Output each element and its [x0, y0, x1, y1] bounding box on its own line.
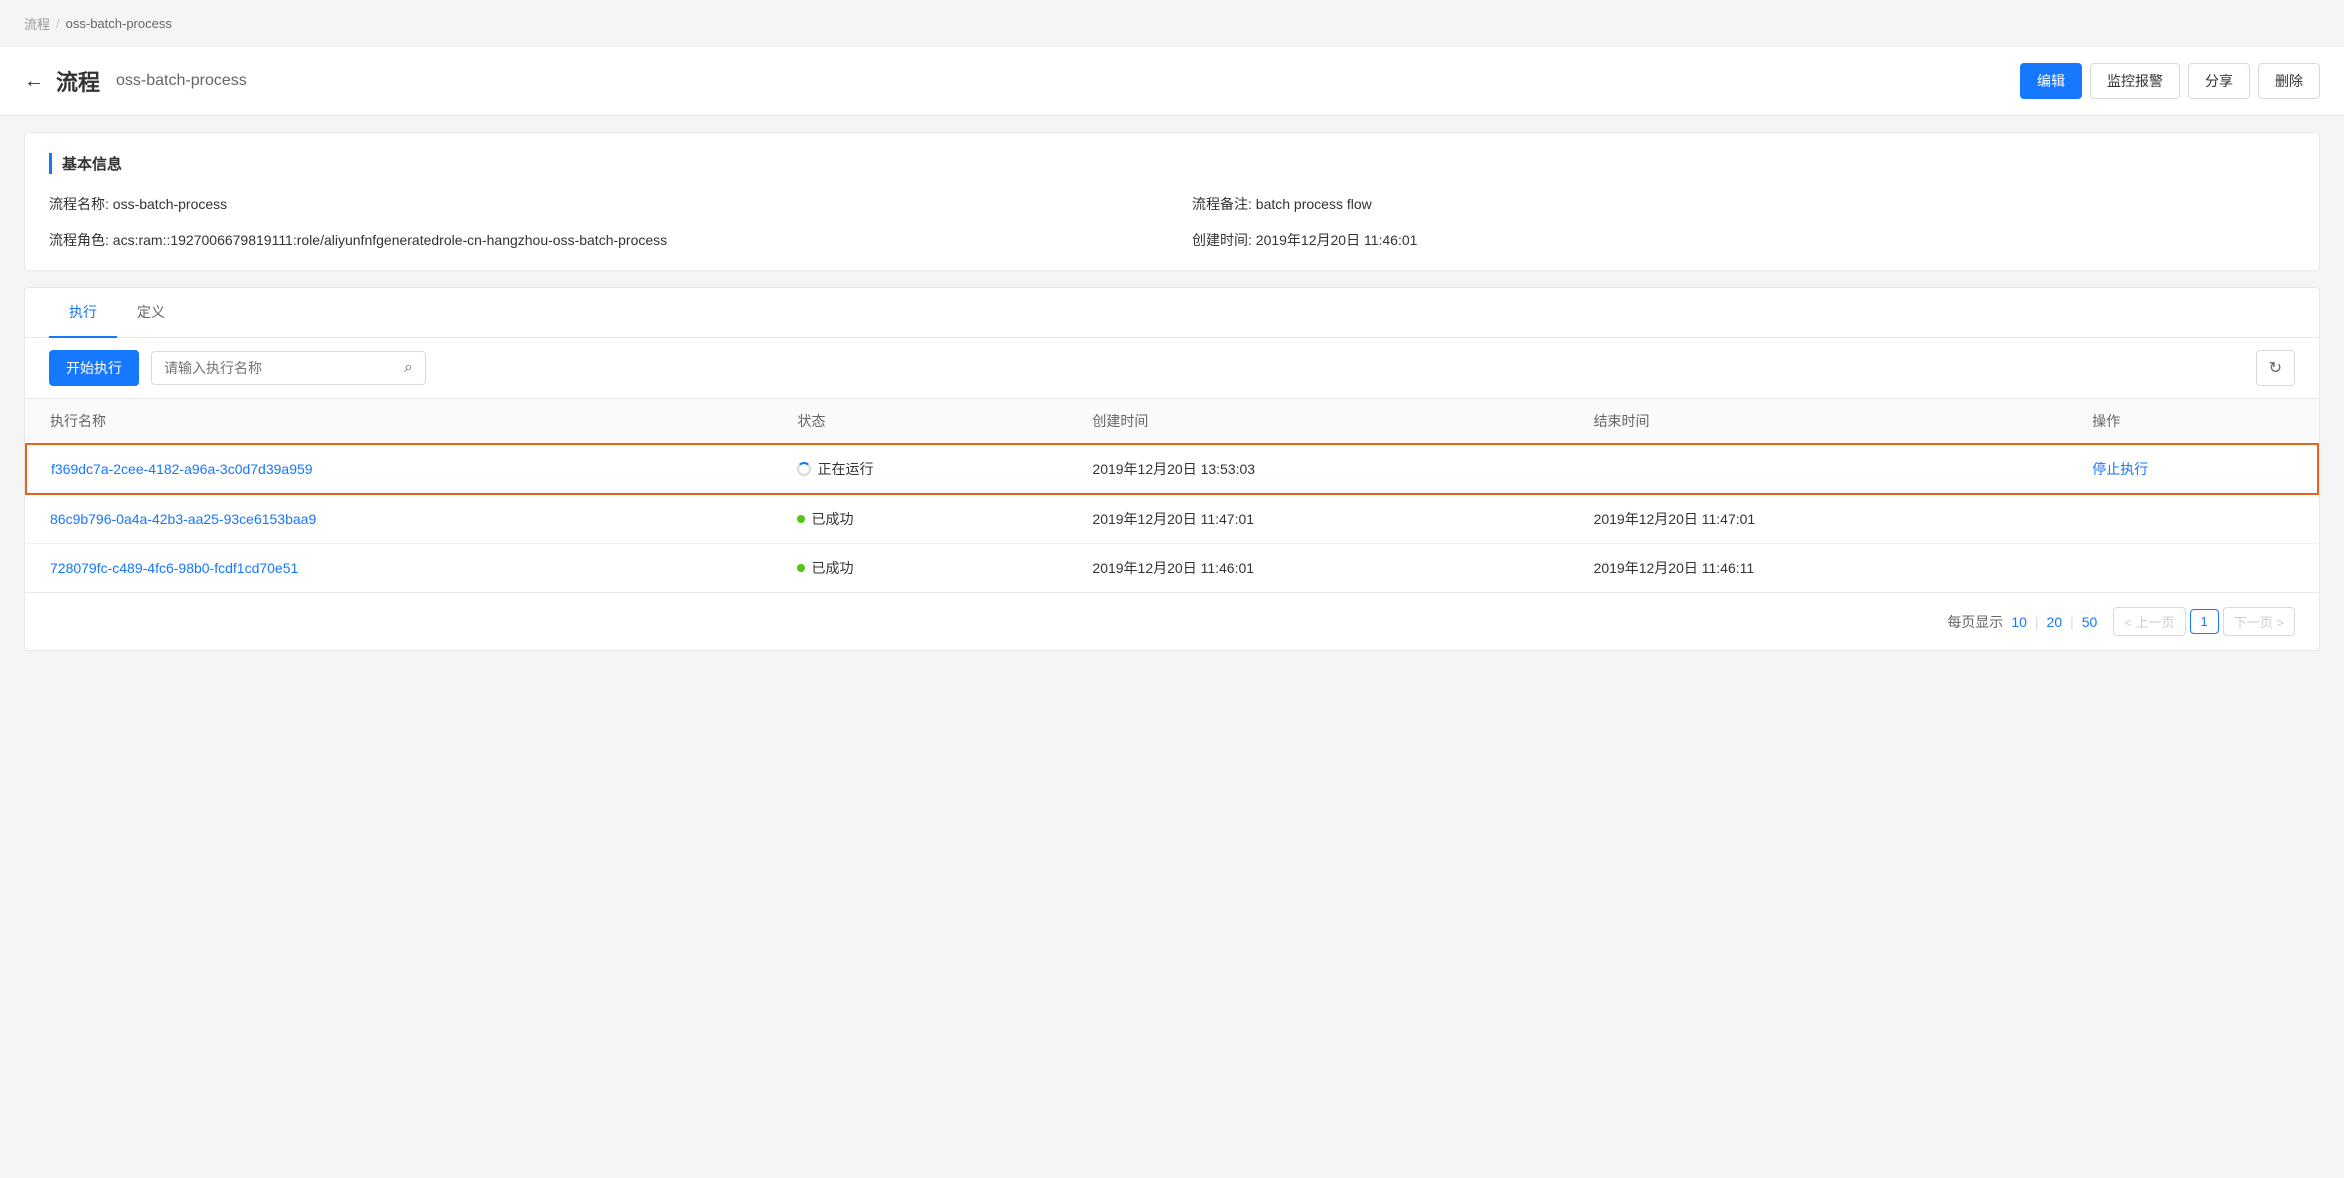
execution-name-link[interactable]: f369dc7a-2cee-4182-a96a-3c0d7d39a959 [51, 461, 313, 477]
spinner-icon [797, 462, 811, 476]
tab-execution[interactable]: 执行 [49, 288, 117, 338]
table-toolbar: 开始执行 ⌕ ↻ [25, 338, 2319, 399]
table-row: 728079fc-c489-4fc6-98b0-fcdf1cd70e51 已成功 2… [26, 544, 2318, 593]
pagination: 每页显示 10 | 20 | 50 < 上一页 1 下一页 > [25, 592, 2319, 650]
search-input[interactable] [152, 353, 392, 383]
name-label: 流程名称: oss-batch-process [49, 194, 1152, 214]
col-action: 操作 [2068, 399, 2318, 444]
info-role: 流程角色: acs:ram::1927006679819111:role/ali… [49, 230, 1152, 250]
col-status: 状态 [773, 399, 1068, 444]
search-box: ⌕ [151, 351, 426, 385]
execution-name-link[interactable]: 728079fc-c489-4fc6-98b0-fcdf1cd70e51 [50, 560, 298, 576]
table-header-row: 执行名称 状态 创建时间 结束时间 操作 [26, 399, 2318, 444]
start-execution-button[interactable]: 开始执行 [49, 350, 139, 386]
current-page: 1 [2190, 609, 2219, 634]
sep-1: | [2035, 614, 2039, 630]
page-size-50[interactable]: 50 [2082, 614, 2098, 630]
monitor-button[interactable]: 监控报警 [2090, 63, 2180, 99]
breadcrumb-parent[interactable]: 流程 [24, 14, 50, 33]
created-time: 2019年12月20日 11:47:01 [1068, 494, 1569, 544]
created-time: 2019年12月20日 11:46:01 [1068, 544, 1569, 593]
search-icon: ⌕ [404, 359, 413, 376]
delete-button[interactable]: 删除 [2258, 63, 2320, 99]
success-dot-icon [797, 564, 805, 572]
sep-2: | [2070, 614, 2074, 630]
created-label: 创建时间: 2019年12月20日 11:46:01 [1192, 230, 2295, 250]
page-header: ← 流程 oss-batch-process 编辑 监控报警 分享 删除 [0, 47, 2344, 116]
page-nav: < 上一页 1 下一页 > [2113, 607, 2295, 636]
status-running: 正在运行 [797, 459, 1044, 479]
breadcrumb-current: oss-batch-process [66, 16, 172, 31]
execution-name-link[interactable]: 86c9b796-0a4a-42b3-aa25-93ce6153baa9 [50, 511, 316, 527]
success-dot-icon [797, 515, 805, 523]
toolbar-left: 开始执行 ⌕ [49, 350, 426, 386]
tabs-header: 执行 定义 [25, 288, 2319, 338]
back-button[interactable]: ← [24, 70, 44, 93]
info-grid: 流程名称: oss-batch-process 流程备注: batch proc… [49, 194, 2295, 250]
table-row: 86c9b796-0a4a-42b3-aa25-93ce6153baa9 已成功 2… [26, 494, 2318, 544]
col-ended: 结束时间 [1570, 399, 2069, 444]
tab-definition[interactable]: 定义 [117, 288, 185, 338]
remark-label: 流程备注: batch process flow [1192, 194, 2295, 214]
table-row: f369dc7a-2cee-4182-a96a-3c0d7d39a959 正在运行… [26, 444, 2318, 494]
page-title: 流程 [56, 65, 100, 97]
created-time: 2019年12月20日 13:53:03 [1068, 444, 1569, 494]
header-actions: 编辑 监控报警 分享 删除 [2020, 63, 2320, 99]
next-page-button[interactable]: 下一页 > [2223, 607, 2295, 636]
page-size-10[interactable]: 10 [2011, 614, 2027, 630]
ended-time: 2019年12月20日 11:47:01 [1570, 494, 2069, 544]
edit-button[interactable]: 编辑 [2020, 63, 2082, 99]
search-button[interactable]: ⌕ [392, 352, 425, 384]
breadcrumb-separator: / [56, 16, 60, 31]
role-label: 流程角色: acs:ram::1927006679819111:role/ali… [49, 230, 1152, 250]
basic-info-title: 基本信息 [49, 153, 2295, 174]
page-wrapper: 流程 / oss-batch-process ← 流程 oss-batch-pr… [0, 0, 2344, 1178]
info-created: 创建时间: 2019年12月20日 11:46:01 [1192, 230, 2295, 250]
stop-execution-link[interactable]: 停止执行 [2092, 461, 2148, 477]
content: 基本信息 流程名称: oss-batch-process 流程备注: batch… [0, 116, 2344, 667]
col-name: 执行名称 [26, 399, 773, 444]
refresh-icon: ↻ [2269, 360, 2282, 377]
col-created: 创建时间 [1068, 399, 1569, 444]
tabs-container: 执行 定义 开始执行 ⌕ ↻ [24, 287, 2320, 651]
share-button[interactable]: 分享 [2188, 63, 2250, 99]
info-remark: 流程备注: batch process flow [1192, 194, 2295, 214]
ended-time [1570, 444, 2069, 494]
data-table: 执行名称 状态 创建时间 结束时间 操作 f369dc7a-2cee-4182-… [25, 399, 2319, 592]
basic-info-card: 基本信息 流程名称: oss-batch-process 流程备注: batch… [24, 132, 2320, 271]
header-left: ← 流程 oss-batch-process [24, 65, 247, 97]
refresh-button[interactable]: ↻ [2256, 350, 2295, 386]
info-name: 流程名称: oss-batch-process [49, 194, 1152, 214]
status-success: 已成功 [797, 509, 1044, 529]
ended-time: 2019年12月20日 11:46:11 [1570, 544, 2069, 593]
status-success: 已成功 [797, 558, 1044, 578]
prev-page-button[interactable]: < 上一页 [2113, 607, 2185, 636]
per-page-label: 每页显示 [1947, 612, 2003, 632]
breadcrumb: 流程 / oss-batch-process [0, 0, 2344, 47]
page-subtitle: oss-batch-process [116, 72, 247, 90]
page-size-20[interactable]: 20 [2047, 614, 2063, 630]
